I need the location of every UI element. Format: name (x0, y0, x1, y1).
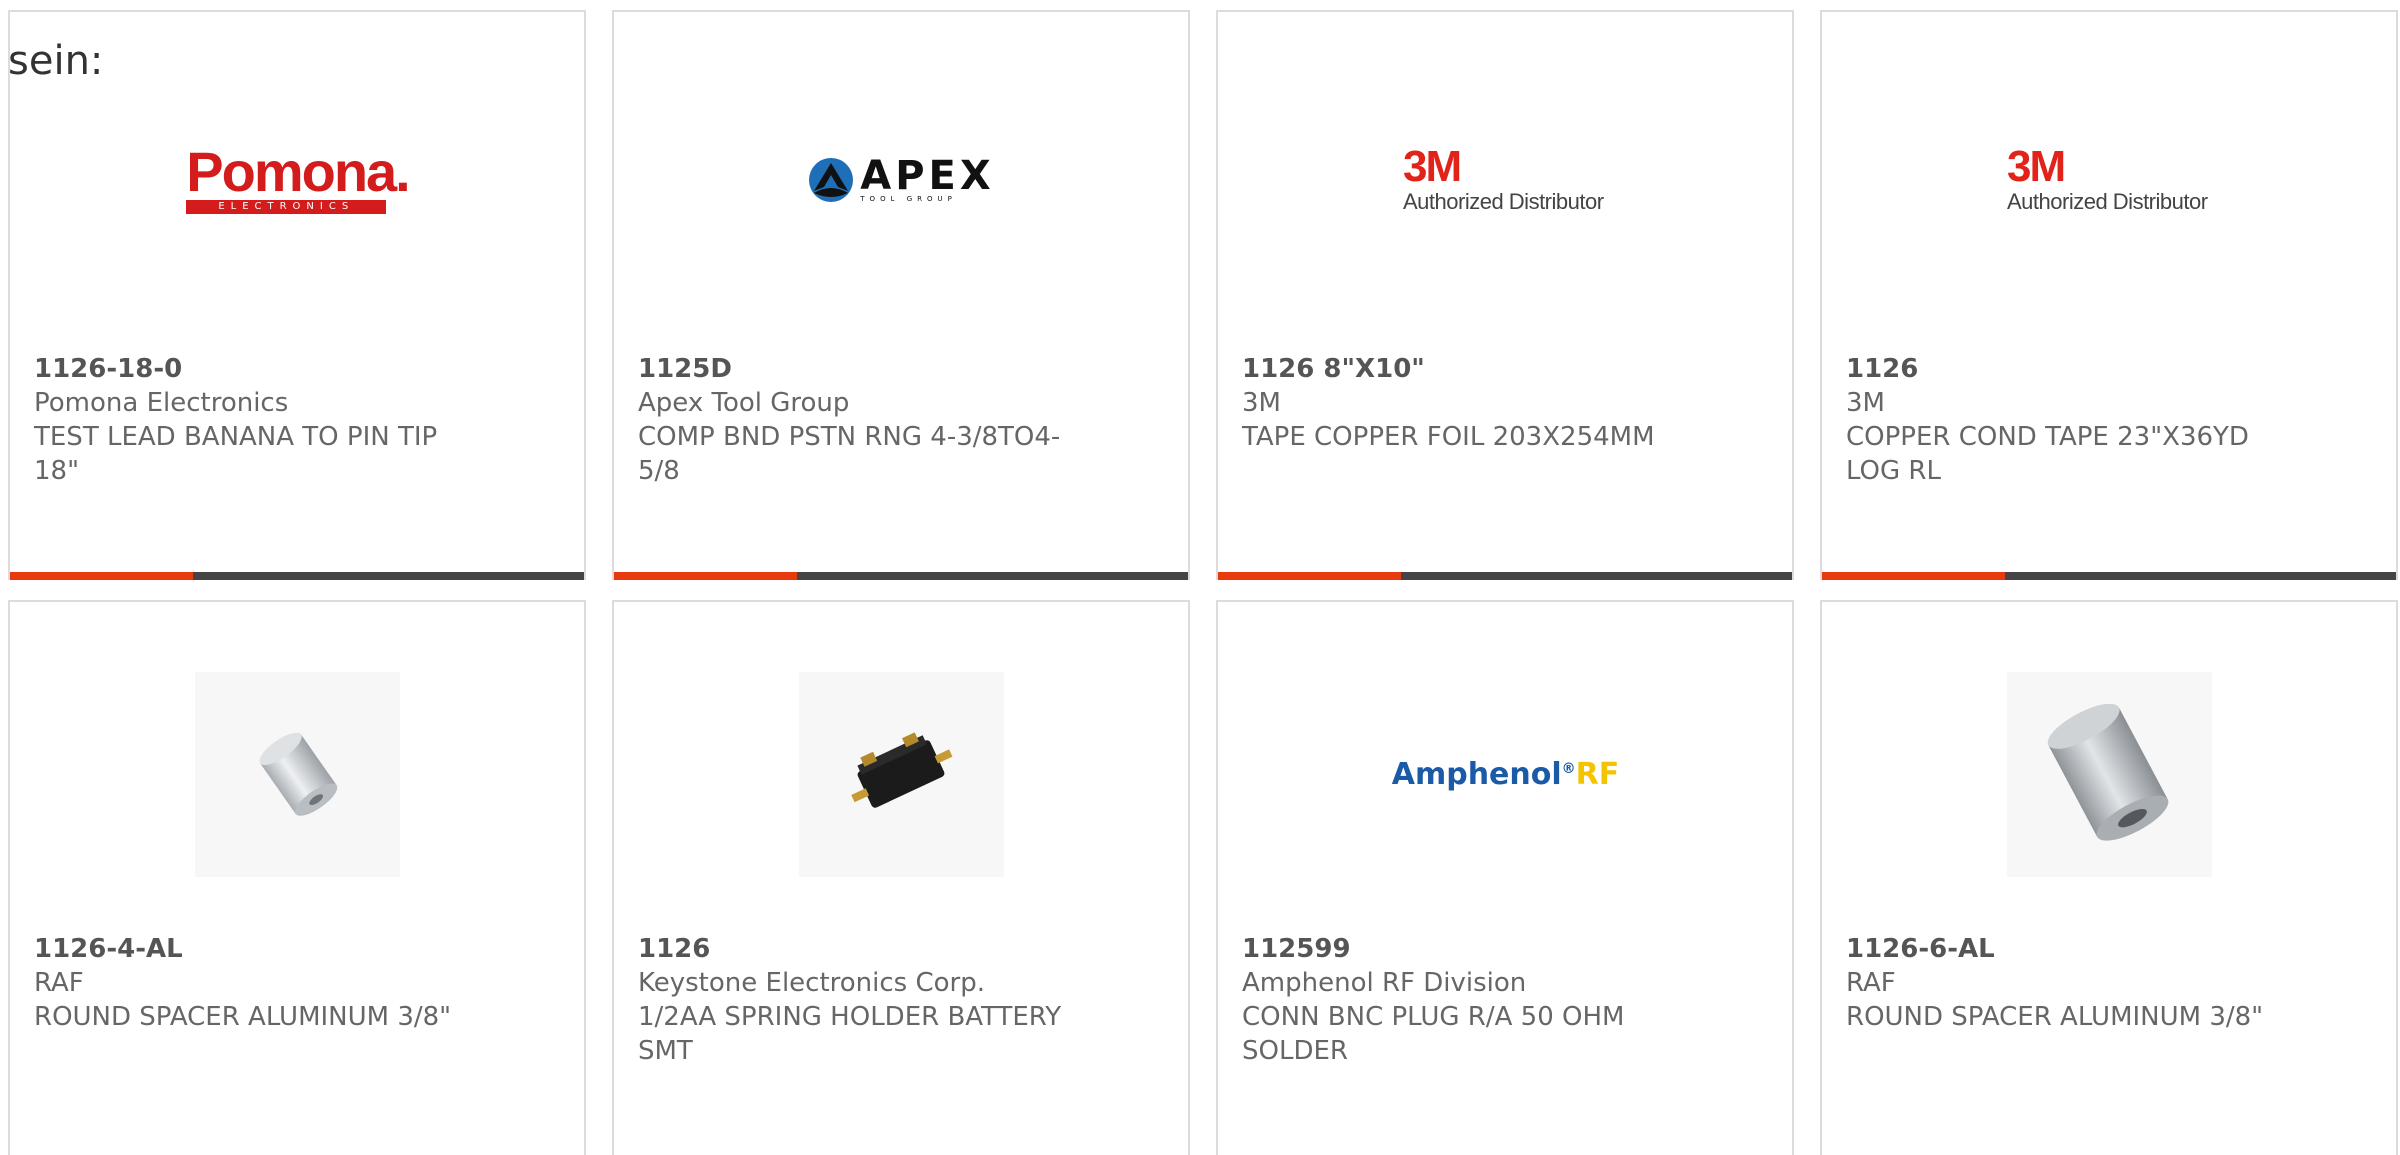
apex-logo: APEX TOOL GROUP (799, 77, 1004, 282)
product-card[interactable]: 3M Authorized Distributor 1126 3M COPPER… (1820, 10, 2398, 580)
description: ROUND SPACER ALUMINUM 3/8" (34, 1002, 452, 1032)
card-accent-bar (10, 572, 193, 580)
product-info: 112599 Amphenol RF Division CONN BNC PLU… (1242, 932, 1672, 1068)
part-number[interactable]: 1125D (638, 352, 1068, 386)
product-card[interactable]: APEX TOOL GROUP 1125D Apex Tool Group CO… (612, 10, 1190, 580)
part-number[interactable]: 1126 (1846, 352, 2276, 386)
apex-logo-word: APEX (860, 152, 995, 199)
intro-text: sein: (8, 38, 104, 84)
product-card[interactable]: 1126 Keystone Electronics Corp. 1/2AA SP… (612, 600, 1190, 1155)
manufacturer: Keystone Electronics Corp. (638, 968, 986, 998)
manufacturer: RAF (1846, 968, 1896, 998)
card-bottom-bar (614, 572, 1188, 580)
part-number[interactable]: 1126 8"X10" (1242, 352, 1672, 386)
pomona-logo: Pomona. ELECTRONICS (186, 77, 411, 282)
3m-logo: 3M Authorized Distributor (2007, 77, 2212, 282)
product-info: 1126 8"X10" 3M TAPE COPPER FOIL 203X254M… (1242, 352, 1672, 454)
card-bottom-bar (10, 572, 584, 580)
battery-holder-photo (799, 672, 1004, 877)
part-number[interactable]: 1126-4-AL (34, 932, 464, 966)
product-info: 1126 Keystone Electronics Corp. 1/2AA SP… (638, 932, 1068, 1068)
card-accent-bar (1822, 572, 2005, 580)
card-bottom-bar (1822, 572, 2396, 580)
description: CONN BNC PLUG R/A 50 OHM SOLDER (1242, 1002, 1625, 1066)
product-card[interactable]: 1126-4-AL RAF ROUND SPACER ALUMINUM 3/8" (8, 600, 586, 1155)
description: TEST LEAD BANANA TO PIN TIP 18" (34, 422, 438, 486)
apex-mountain-icon (809, 157, 854, 202)
amphenol-logo-rf: RF (1575, 757, 1620, 792)
part-number[interactable]: 1126-18-0 (34, 352, 464, 386)
product-card[interactable]: 1126-6-AL RAF ROUND SPACER ALUMINUM 3/8" (1820, 600, 2398, 1155)
manufacturer: Amphenol RF Division (1242, 968, 1527, 998)
amphenol-rf-logo: Amphenol®RF (1392, 672, 1620, 877)
manufacturer: 3M (1242, 388, 1281, 418)
manufacturer: Pomona Electronics (34, 388, 289, 418)
description: 1/2AA SPRING HOLDER BATTERY SMT (638, 1002, 1062, 1066)
pomona-logo-word: Pomona. (186, 139, 410, 203)
product-info: 1126-18-0 Pomona Electronics TEST LEAD B… (34, 352, 464, 488)
amphenol-logo-word: Amphenol (1391, 757, 1562, 792)
product-info: 1126-6-AL RAF ROUND SPACER ALUMINUM 3/8" (1846, 932, 2276, 1034)
3m-logo-sub: Authorized Distributor (2007, 188, 2208, 214)
part-number[interactable]: 1126 (638, 932, 1068, 966)
product-info: 1126 3M COPPER COND TAPE 23"X36YD LOG RL (1846, 352, 2276, 488)
round-spacer-photo (2007, 672, 2212, 877)
manufacturer: Apex Tool Group (638, 388, 850, 418)
3m-logo-word: 3M (1403, 141, 1462, 191)
card-accent-bar (614, 572, 797, 580)
3m-logo-sub: Authorized Distributor (1403, 188, 1604, 214)
description: ROUND SPACER ALUMINUM 3/8" (1846, 1002, 2264, 1032)
product-card[interactable]: Pomona. ELECTRONICS 1126-18-0 Pomona Ele… (8, 10, 586, 580)
registered-mark: ® (1561, 761, 1576, 777)
card-accent-bar (1218, 572, 1401, 580)
3m-logo-word: 3M (2007, 141, 2066, 191)
product-grid: Pomona. ELECTRONICS 1126-18-0 Pomona Ele… (0, 0, 2400, 1155)
manufacturer: 3M (1846, 388, 1885, 418)
part-number[interactable]: 112599 (1242, 932, 1672, 966)
description: COMP BND PSTN RNG 4-3/8TO4-5/8 (638, 422, 1061, 486)
description: COPPER COND TAPE 23"X36YD LOG RL (1846, 422, 2249, 486)
manufacturer: RAF (34, 968, 84, 998)
round-spacer-photo (195, 672, 400, 877)
product-card[interactable]: Amphenol®RF 112599 Amphenol RF Division … (1216, 600, 1794, 1155)
part-number[interactable]: 1126-6-AL (1846, 932, 2276, 966)
battery-holder-image (799, 672, 1004, 877)
product-info: 1126-4-AL RAF ROUND SPACER ALUMINUM 3/8" (34, 932, 464, 1034)
spacer-image (195, 672, 400, 877)
3m-logo: 3M Authorized Distributor (1403, 77, 1608, 282)
card-bottom-bar (1218, 572, 1792, 580)
product-card[interactable]: 3M Authorized Distributor 1126 8"X10" 3M… (1216, 10, 1794, 580)
product-info: 1125D Apex Tool Group COMP BND PSTN RNG … (638, 352, 1068, 488)
spacer-image (2007, 672, 2212, 877)
description: TAPE COPPER FOIL 203X254MM (1242, 422, 1655, 452)
